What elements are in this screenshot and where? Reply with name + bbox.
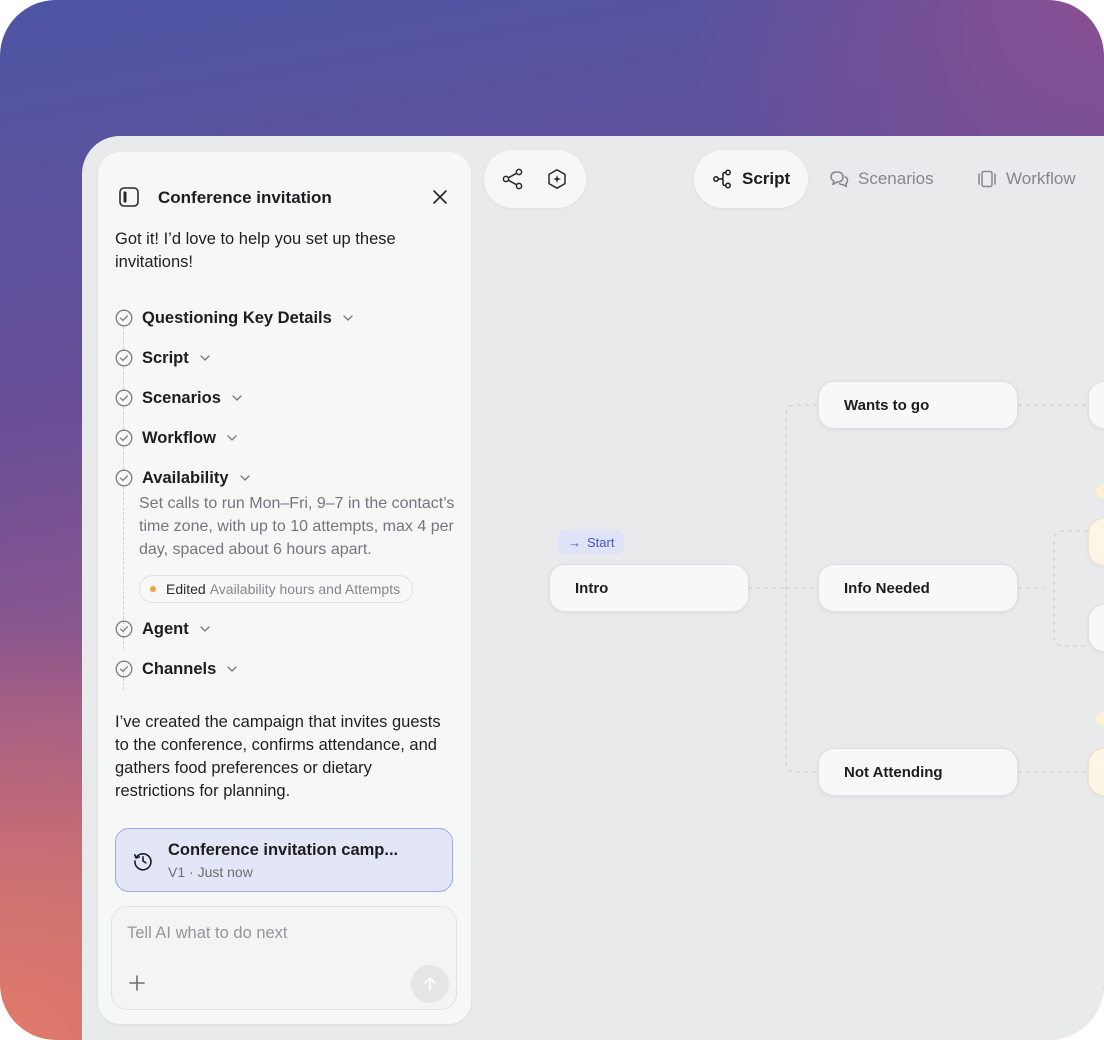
chat-title: Conference invitation [158, 188, 332, 207]
chat-header: Conference invitation [118, 186, 451, 210]
chevron-down-icon[interactable] [341, 311, 355, 325]
view-tabs: Script Scenarios Workflow [694, 150, 1104, 208]
step-label: Channels [142, 659, 217, 678]
step-workflow[interactable]: Workflow [115, 418, 455, 458]
step-questioning-key-details[interactable]: Questioning Key Details [115, 298, 455, 338]
step-label: Script [142, 348, 189, 367]
start-badge: → Start [558, 530, 625, 554]
chevron-down-icon[interactable] [225, 431, 239, 445]
step-label: Questioning Key Details [142, 308, 332, 327]
status-dot [1096, 484, 1104, 498]
step-label: Availability [142, 468, 229, 487]
step-script[interactable]: Script [115, 338, 455, 378]
edited-label: Edited [166, 581, 206, 597]
tab-script[interactable]: Script [694, 150, 809, 208]
check-circle-icon [115, 660, 133, 678]
edited-badge: Edited Availability hours and Attempts [139, 575, 414, 603]
flow-node-info-needed[interactable]: Info Needed [818, 564, 1018, 612]
plus-icon[interactable] [127, 973, 147, 993]
script-nodes-icon [713, 169, 731, 189]
assistant-outro-message: I’ve created the campaign that invites g… [115, 713, 441, 800]
tab-label: Scenarios [858, 169, 934, 188]
start-label: Start [587, 534, 615, 550]
node-label: Not Attending [844, 763, 943, 781]
step-scenarios[interactable]: Scenarios [115, 378, 455, 418]
chat-bubbles-icon [830, 171, 849, 188]
flow-node-wants-to-go[interactable]: Wants to go [818, 381, 1018, 429]
check-circle-icon [115, 429, 133, 447]
step-agent[interactable]: Agent [115, 609, 455, 649]
status-dot [150, 586, 156, 592]
close-icon[interactable] [429, 186, 451, 208]
arrow-right-icon: → [568, 534, 581, 550]
history-icon [134, 853, 152, 871]
check-circle-icon [115, 620, 133, 638]
chevron-down-icon[interactable] [230, 391, 244, 405]
availability-detail: Set calls to run Mon–Fri, 9–7 in the con… [139, 495, 455, 558]
arrow-up-icon [424, 977, 436, 991]
prompt-input[interactable] [127, 921, 427, 945]
canvas-tool-group [484, 150, 586, 208]
version-title: Conference invitation camp... [168, 841, 399, 859]
sparkle-hexagon-icon[interactable] [545, 167, 569, 191]
chevron-down-icon[interactable] [198, 351, 212, 365]
step-label: Agent [142, 619, 189, 638]
step-label: Scenarios [142, 388, 221, 407]
assistant-intro-message: Got it! I’d love to help you set up thes… [115, 230, 396, 271]
ai-chat-panel: Conference invitation Got it! I’d love t… [98, 152, 471, 1024]
check-circle-icon [115, 349, 133, 367]
flow-node-intro[interactable]: Intro [549, 564, 749, 612]
progress-steps: Questioning Key Details Script Scenarios… [115, 298, 455, 690]
share-nodes-icon[interactable] [501, 167, 525, 191]
sidebar-toggle-icon[interactable] [118, 186, 140, 208]
step-channels[interactable]: Channels [115, 649, 455, 689]
tab-label: Script [742, 169, 791, 188]
chevron-down-icon[interactable] [198, 622, 212, 636]
node-label: Intro [575, 579, 609, 597]
check-circle-icon [115, 389, 133, 407]
tab-label: Workflow [1006, 169, 1076, 188]
node-label: Info Needed [844, 579, 930, 597]
tab-workflow[interactable]: Workflow [976, 150, 1076, 208]
flow-node-not-attending[interactable]: Not Attending [818, 748, 1018, 796]
app-window: Conference invitation Got it! I’d love t… [82, 136, 1104, 1040]
check-circle-icon [115, 309, 133, 327]
tab-scenarios[interactable]: Scenarios [828, 150, 934, 208]
step-availability[interactable]: Availability [115, 458, 455, 498]
status-dot [1096, 712, 1104, 726]
step-label: Workflow [142, 428, 216, 447]
edited-description: Availability hours and Attempts [209, 581, 401, 597]
chevron-down-icon[interactable] [225, 662, 239, 676]
flow-node-partial[interactable] [1088, 381, 1104, 429]
chevron-down-icon[interactable] [238, 471, 252, 485]
version-subtitle: V1 · Just now [168, 864, 253, 880]
flow-node-partial[interactable] [1088, 604, 1104, 652]
check-circle-icon [115, 469, 133, 487]
flow-node-partial[interactable] [1088, 748, 1104, 796]
version-card[interactable]: Conference invitation camp... V1 · Just … [115, 828, 453, 892]
send-button[interactable] [411, 965, 449, 1003]
flow-node-partial[interactable] [1088, 518, 1104, 566]
workflow-cards-icon [978, 170, 996, 188]
node-label: Wants to go [844, 396, 930, 414]
message-composer [111, 906, 457, 1010]
gradient-background: Conference invitation Got it! I’d love t… [0, 0, 1104, 1040]
